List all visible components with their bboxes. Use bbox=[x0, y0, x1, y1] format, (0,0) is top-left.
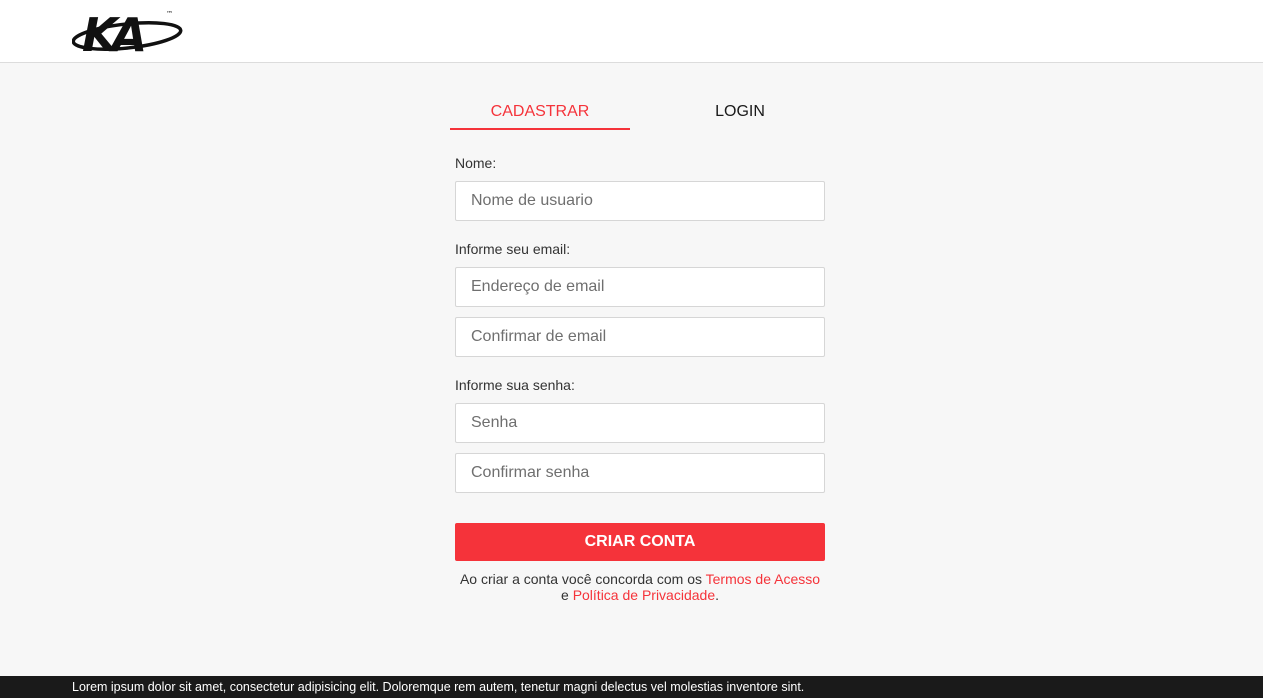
tab-login[interactable]: LOGIN bbox=[650, 98, 830, 130]
svg-text:™: ™ bbox=[166, 10, 173, 18]
create-account-button[interactable]: CRIAR CONTA bbox=[455, 523, 825, 561]
footer-text: Lorem ipsum dolor sit amet, consectetur … bbox=[72, 680, 805, 694]
site-header: KA ™ bbox=[0, 0, 1263, 63]
svg-text:KA: KA bbox=[82, 8, 144, 55]
tab-register[interactable]: CADASTRAR bbox=[450, 98, 630, 130]
password-label: Informe sua senha: bbox=[455, 377, 575, 393]
email-confirm-input[interactable] bbox=[455, 317, 825, 357]
password-input[interactable] bbox=[455, 403, 825, 443]
auth-tabs: CADASTRAR LOGIN bbox=[450, 98, 830, 130]
username-input[interactable] bbox=[455, 181, 825, 221]
terms-suffix: . bbox=[715, 587, 719, 603]
footer: Lorem ipsum dolor sit amet, consectetur … bbox=[0, 676, 1263, 698]
name-label: Nome: bbox=[455, 155, 497, 171]
privacy-link[interactable]: Política de Privacidade bbox=[573, 587, 715, 603]
brand-logo[interactable]: KA ™ bbox=[72, 5, 184, 55]
email-input[interactable] bbox=[455, 267, 825, 307]
terms-middle: e bbox=[561, 587, 573, 603]
terms-notice: Ao criar a conta você concorda com os Te… bbox=[455, 571, 825, 603]
email-label: Informe seu email: bbox=[455, 241, 571, 257]
password-confirm-input[interactable] bbox=[455, 453, 825, 493]
terms-prefix: Ao criar a conta você concorda com os bbox=[459, 571, 706, 587]
terms-link[interactable]: Termos de Acesso bbox=[706, 571, 820, 587]
